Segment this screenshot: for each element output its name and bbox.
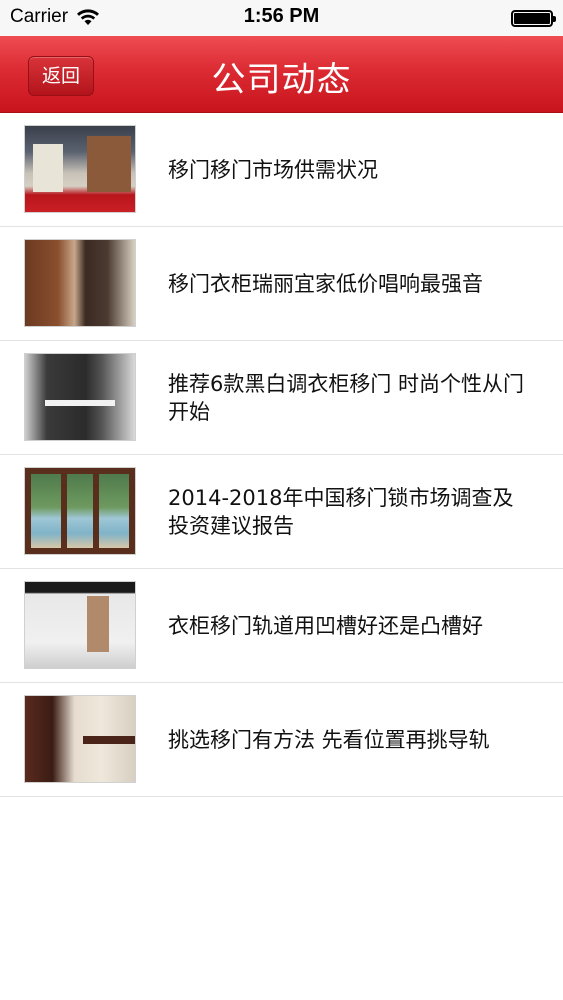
article-title: 移门衣柜瑞丽宜家低价唱响最强音: [168, 271, 483, 296]
list-item[interactable]: 衣柜移门轨道用凹槽好还是凸槽好: [0, 569, 563, 683]
article-thumbnail: [24, 353, 136, 441]
news-list: 移门移门市场供需状况 移门衣柜瑞丽宜家低价唱响最强音 推荐6款黑白调衣柜移门 时…: [0, 113, 563, 797]
article-thumbnail: [24, 125, 136, 213]
article-thumbnail: [24, 695, 136, 783]
list-item[interactable]: 2014-2018年中国移门锁市场调查及投资建议报告: [0, 455, 563, 569]
article-title: 移门移门市场供需状况: [168, 157, 378, 182]
list-item[interactable]: 挑选移门有方法 先看位置再挑导轨: [0, 683, 563, 797]
clock: 1:56 PM: [243, 5, 320, 27]
status-bar: Carrier 1:56 PM: [0, 0, 563, 36]
battery-icon: [511, 10, 556, 27]
list-item[interactable]: 移门移门市场供需状况: [0, 113, 563, 227]
article-title: 2014-2018年中国移门锁市场调查及投资建议报告: [168, 485, 514, 538]
article-title: 衣柜移门轨道用凹槽好还是凸槽好: [168, 613, 483, 638]
article-title: 推荐6款黑白调衣柜移门 时尚个性从门开始: [168, 371, 525, 424]
battery-fill: [514, 13, 550, 24]
battery-nub: [553, 16, 556, 22]
list-item[interactable]: 移门衣柜瑞丽宜家低价唱响最强音: [0, 227, 563, 341]
list-item[interactable]: 推荐6款黑白调衣柜移门 时尚个性从门开始: [0, 341, 563, 455]
article-thumbnail: [24, 581, 136, 669]
article-thumbnail: [24, 239, 136, 327]
navigation-bar: 返回 公司动态: [0, 36, 563, 113]
article-title: 挑选移门有方法 先看位置再挑导轨: [168, 727, 490, 752]
page-title: 公司动态: [211, 60, 352, 100]
article-thumbnail: [24, 467, 136, 555]
